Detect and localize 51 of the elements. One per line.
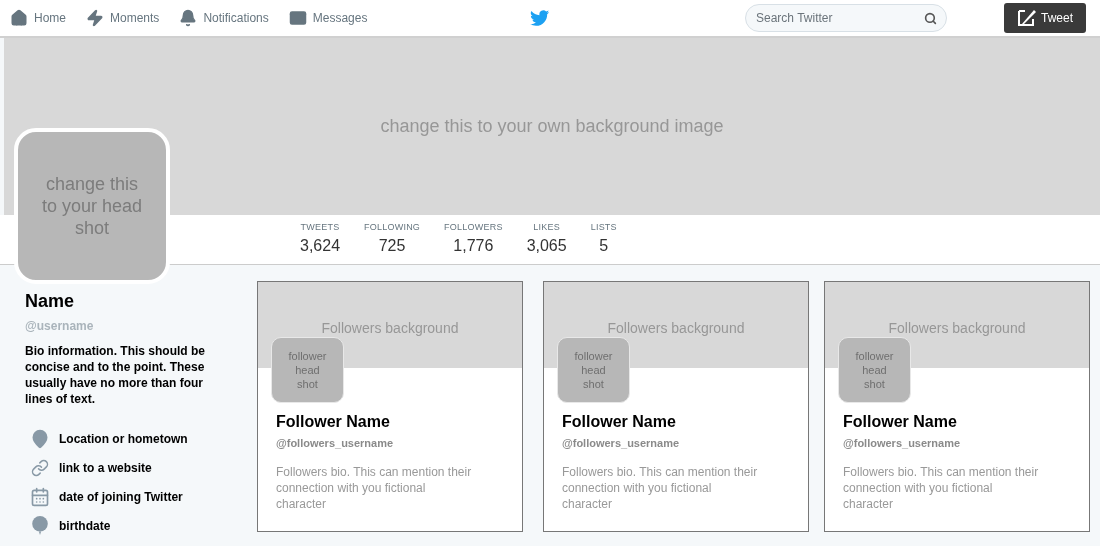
stat-link[interactable]: FOLLOWERS 1,776	[444, 220, 503, 259]
follower-username: @followers_username	[843, 436, 962, 451]
follower-bio: Followers bio. This can mention their connection with you fictional character	[843, 463, 1040, 512]
nav-link[interactable]: Messages	[288, 9, 368, 27]
tweet-button[interactable]: Tweet	[1004, 3, 1086, 33]
follower-username: @followers_username	[276, 436, 395, 451]
follower-headshot-text: follower head shot	[287, 349, 328, 391]
profile-bio: Bio information. This should be concise and to the point. These usually have no more than four lines of text.	[25, 343, 206, 407]
nav-link[interactable]: Notifications	[179, 9, 269, 27]
calendar-icon	[30, 487, 50, 507]
stat-label: FOLLOWING	[364, 220, 421, 234]
profile-detail: Location or hometown	[59, 431, 188, 448]
follower-name: Follower Name	[843, 412, 958, 432]
profile-username: @username	[25, 318, 95, 335]
profile-detail: birthdate	[59, 518, 111, 535]
stat-value: 725	[378, 236, 406, 257]
stat-label: TWEETS	[300, 220, 340, 234]
follower-headshot-text: follower head shot	[854, 349, 895, 391]
profile-detail: link to a website	[59, 460, 152, 477]
stat-label: FOLLOWERS	[444, 220, 503, 234]
search-field[interactable]: Search Twitter	[745, 4, 947, 32]
follower-username: @followers_username	[562, 436, 681, 451]
bell-icon	[179, 9, 198, 27]
follower-bio: Followers bio. This can mention their connection with you fictional character	[562, 463, 759, 512]
stat-link[interactable]: FOLLOWING 725	[364, 220, 421, 259]
follower-bio: Followers bio. This can mention their connection with you fictional character	[276, 463, 473, 512]
follower-headshot-text: follower head shot	[573, 349, 614, 391]
stat-link[interactable]: LIKES 3,065	[526, 220, 567, 259]
bird-logo-icon	[530, 9, 550, 27]
stat-value: 3,065	[526, 236, 567, 257]
stat-value: 3,624	[300, 236, 341, 257]
stat-link[interactable]: LISTS 5	[590, 220, 617, 259]
nav-link[interactable]: Moments	[86, 9, 160, 27]
profile-name: Name	[25, 290, 76, 313]
link-icon	[31, 459, 49, 477]
stat-value: 5	[599, 236, 609, 257]
stat-value: 1,776	[453, 236, 494, 257]
stat-label: LIKES	[533, 220, 560, 234]
lightning-icon	[86, 9, 104, 27]
headshot-text: change this to your head shot	[40, 173, 144, 239]
search-icon	[924, 12, 937, 25]
home-icon	[10, 9, 28, 27]
follower-name: Follower Name	[562, 412, 677, 432]
balloon-icon	[31, 516, 49, 536]
profile-detail: date of joining Twitter	[59, 489, 183, 506]
banner-text: change this to your own background image	[380, 115, 724, 138]
stat-link[interactable]: TWEETS 3,624	[300, 220, 341, 259]
map-pin-icon	[30, 429, 50, 449]
stat-label: LISTS	[590, 220, 617, 234]
follower-name: Follower Name	[276, 412, 391, 432]
nav-link[interactable]: Home	[10, 9, 66, 27]
